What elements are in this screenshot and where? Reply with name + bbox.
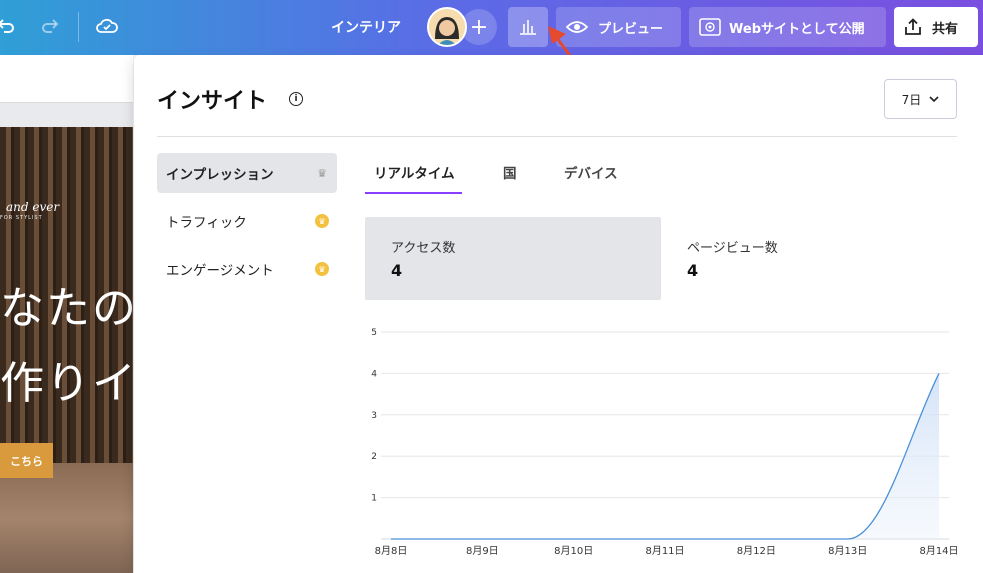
tab-country[interactable]: 国 (503, 162, 517, 194)
x-tick-label: 8月9日 (466, 545, 499, 557)
panel-title: インサイト (157, 89, 268, 114)
insights-panel: インサイト i 7日 インプレッション ♛ トラフィック ♛ エンゲージメント … (134, 55, 983, 573)
period-value: 7日 (901, 92, 922, 107)
hero-headline-line-1: なたの (0, 283, 133, 334)
stat-label: アクセス数 (391, 241, 456, 256)
stat-value: 4 (687, 261, 699, 280)
bar-chart-icon (520, 20, 536, 35)
y-tick-label: 5 (371, 328, 377, 338)
x-tick-label: 8月14日 (919, 545, 958, 557)
sidebar-item-impressions[interactable]: インプレッション ♛ (157, 153, 337, 193)
hero-small-caps: FOR STYLIST (0, 215, 43, 221)
y-tick-label: 3 (371, 411, 377, 421)
toolbar-divider (78, 12, 79, 42)
hero-headline-line-2: 作りイ (0, 358, 133, 409)
x-tick-label: 8月8日 (375, 545, 408, 557)
stat-pageviews[interactable]: ページビュー数 4 (661, 217, 957, 300)
undo-icon[interactable] (0, 14, 18, 38)
sidebar-item-label: トラフィック (166, 215, 247, 231)
web-publish-icon (699, 18, 721, 36)
avatar[interactable] (427, 7, 467, 47)
stat-label: ページビュー数 (687, 241, 778, 256)
crown-icon: ♛ (315, 214, 329, 228)
redo-icon[interactable] (38, 14, 62, 38)
cloud-saved-icon[interactable] (95, 14, 119, 38)
publish-website-button[interactable]: Webサイトとして公開 (689, 7, 886, 47)
share-label: 共有 (932, 21, 959, 37)
sidebar-item-traffic[interactable]: トラフィック ♛ (157, 201, 337, 241)
realtime-chart: 1 2 3 4 5 8月8日 8月9日 8月10日 8月11日 8月12日 8月13日 8月14日 (371, 328, 958, 557)
x-tick-label: 8月11日 (645, 545, 684, 557)
y-tick-label: 4 (371, 369, 377, 379)
info-icon[interactable]: i (289, 92, 303, 106)
chevron-down-icon (929, 95, 939, 102)
x-tick-label: 8月12日 (737, 545, 776, 557)
hero-script-text: and ever (6, 200, 60, 214)
hero-cta-button[interactable]: こちら (0, 443, 53, 478)
plus-icon: + (469, 14, 489, 40)
floor (0, 463, 133, 573)
stat-visits[interactable]: アクセス数 4 (365, 217, 661, 300)
document-title[interactable]: インテリア (331, 17, 401, 37)
x-tick-label: 8月10日 (554, 545, 593, 557)
share-button[interactable]: 共有 (894, 7, 978, 47)
tab-realtime[interactable]: リアルタイム (365, 162, 462, 194)
crown-icon: ♛ (317, 166, 327, 180)
crown-icon: ♛ (315, 262, 329, 276)
tab-device[interactable]: デバイス (564, 162, 618, 194)
editor-topbar: インテリア + プレビュー Webサイトとして公開 共有 (0, 0, 983, 55)
upload-icon (905, 18, 921, 35)
website-hero-image[interactable]: and ever FOR STYLIST なたの 作りイ こちら (0, 127, 133, 573)
sidebar-item-engagement[interactable]: エンゲージメント ♛ (157, 249, 337, 289)
canvas-toolbar (0, 55, 133, 103)
y-tick-label: 1 (371, 494, 377, 504)
period-select[interactable]: 7日 (884, 79, 957, 119)
divider (157, 136, 957, 137)
y-tick-label: 2 (371, 452, 377, 462)
publish-label: Webサイトとして公開 (729, 21, 865, 37)
x-tick-label: 8月13日 (828, 545, 867, 557)
sidebar-item-label: インプレッション (166, 167, 274, 183)
stat-value: 4 (391, 261, 403, 280)
sidebar-item-label: エンゲージメント (166, 263, 274, 279)
